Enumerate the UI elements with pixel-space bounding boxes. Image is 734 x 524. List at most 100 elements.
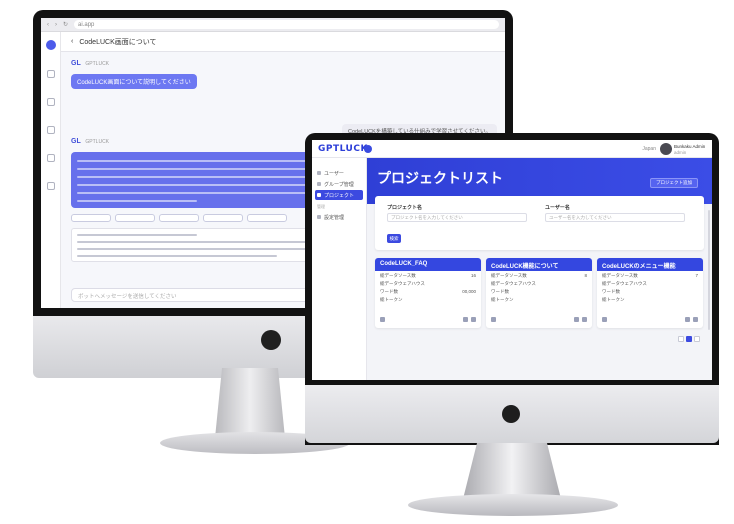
project-app-screen: GPTLUCK Japan Bunkaku Admin admin ユーザー グ…: [312, 140, 712, 380]
source-tab[interactable]: [115, 214, 155, 222]
camera-dot: [261, 330, 281, 350]
bot-name: GPTLUCK: [85, 61, 110, 67]
language-select[interactable]: Japan: [642, 146, 656, 152]
card-footer: [491, 316, 587, 324]
card-footer: [380, 316, 476, 324]
user-name-label: ユーザー名: [545, 205, 570, 211]
prompt-chip[interactable]: CodeLUCK画面について説明してください: [71, 74, 197, 89]
source-tab[interactable]: [159, 214, 199, 222]
card-row: ワード数 00,000: [375, 287, 481, 295]
source-tab[interactable]: [203, 214, 243, 222]
sidebar-item-users[interactable]: ユーザー: [312, 168, 366, 178]
source-tab[interactable]: [71, 214, 111, 222]
sidebar: ユーザー グループ管理 プロジェクト 管理 設定管理: [312, 158, 367, 380]
more-icon[interactable]: [693, 317, 698, 322]
bot-name: GPTLUCK: [85, 139, 110, 145]
user-icon[interactable]: [46, 182, 55, 190]
card-row-label: ワード数: [491, 289, 509, 294]
card-row: 総データウェアハウス: [375, 279, 481, 287]
chat-icon[interactable]: [46, 70, 55, 78]
avatar[interactable]: [660, 143, 672, 155]
card-row-label: 総データウェアハウス: [491, 281, 536, 286]
pagination: [678, 336, 700, 342]
edit-icon[interactable]: [574, 317, 579, 322]
bot-message-2: GL GPTLUCK: [71, 138, 109, 145]
forward-arrow-icon[interactable]: ›: [55, 22, 57, 28]
card-row-value: 7: [695, 273, 698, 278]
gptluck-logo[interactable]: GPTLUCK: [318, 144, 368, 154]
card-row-label: 総データソース数: [602, 273, 638, 278]
menu-toggle-icon[interactable]: [364, 145, 372, 153]
card-row-value: 00,000: [462, 289, 476, 294]
back-arrow-icon[interactable]: ‹: [47, 22, 49, 28]
back-icon[interactable]: ‹: [71, 38, 73, 45]
scrollbar[interactable]: [708, 210, 710, 330]
product-showcase: ‹ › ↻ ai.app ‹ CodeLUCK画面について GL GPTLUCK…: [0, 0, 734, 524]
sidebar-item-label: ユーザー: [324, 170, 344, 177]
project-card[interactable]: CodeLUCK_FAQ 総データソース数 16 総データウェアハウス ワード数 0…: [375, 258, 481, 328]
monitor-chin: [305, 385, 719, 443]
project-card-title: CodeLUCK機能について: [486, 258, 592, 271]
chat-header: ‹ CodeLUCK画面について: [61, 32, 505, 52]
pagination-page[interactable]: [686, 336, 692, 342]
card-row: 総トークン: [486, 295, 592, 303]
delete-icon[interactable]: [602, 317, 607, 322]
back-monitor-neck: [215, 368, 285, 438]
card-row-value: 8: [584, 273, 587, 278]
user-role: admin: [674, 150, 687, 155]
more-icon[interactable]: [582, 317, 587, 322]
history-icon[interactable]: [46, 98, 55, 106]
project-card-list: CodeLUCK_FAQ 総データソース数 16 総データウェアハウス ワード数 0…: [375, 258, 704, 328]
sidebar-item-projects[interactable]: プロジェクト: [315, 190, 363, 200]
edit-icon[interactable]: [463, 317, 468, 322]
project-name-label: プロジェクト名: [387, 205, 423, 211]
pagination-prev[interactable]: [678, 336, 684, 342]
card-row-label: 総データソース数: [380, 273, 416, 278]
card-row: 総トークン: [597, 295, 703, 303]
pagination-next[interactable]: [694, 336, 700, 342]
card-row-label: 総データソース数: [491, 273, 527, 278]
front-monitor: GPTLUCK Japan Bunkaku Admin admin ユーザー グ…: [305, 133, 719, 445]
document-icon[interactable]: [46, 154, 55, 162]
card-row-label: 総トークン: [491, 297, 514, 302]
project-card[interactable]: CodeLUCKのメニュー機能 総データソース数 7 総データウェアハウス ワード…: [597, 258, 703, 328]
camera-dot: [502, 405, 520, 423]
app-logo-icon[interactable]: [45, 40, 56, 50]
sidebar-item-settings[interactable]: 設定管理: [312, 212, 366, 222]
card-row: 総データウェアハウス: [486, 279, 592, 287]
page-title: プロジェクトリスト: [377, 170, 503, 186]
more-icon[interactable]: [471, 317, 476, 322]
delete-icon[interactable]: [380, 317, 385, 322]
sidebar-group-label: 管理: [317, 204, 325, 209]
card-row: 総データソース数 7: [597, 271, 703, 279]
add-project-button[interactable]: プロジェクト追加: [650, 178, 698, 188]
group-icon: [317, 182, 321, 186]
bot-message-1: GL GPTLUCK: [71, 60, 109, 67]
user-name-input[interactable]: ユーザー名を入力してください: [545, 213, 685, 222]
project-card[interactable]: CodeLUCK機能について 総データソース数 8 総データウェアハウス ワード数…: [486, 258, 592, 328]
sidebar-item-groups[interactable]: グループ管理: [312, 179, 366, 189]
source-tab[interactable]: [247, 214, 287, 222]
card-row-label: ワード数: [380, 289, 398, 294]
bot-avatar: GL: [71, 60, 81, 67]
sidebar-item-label: グループ管理: [324, 181, 354, 188]
chat-sidebar: [41, 32, 61, 308]
card-row: ワード数: [486, 287, 592, 295]
card-row-label: 総トークン: [380, 297, 403, 302]
card-row-label: 総データウェアハウス: [380, 281, 425, 286]
edit-icon[interactable]: [685, 317, 690, 322]
sidebar-item-label: 設定管理: [324, 214, 345, 221]
project-name-input[interactable]: プロジェクト名を入力してください: [387, 213, 527, 222]
search-button[interactable]: 検索: [387, 234, 401, 243]
delete-icon[interactable]: [491, 317, 496, 322]
settings-icon[interactable]: [46, 126, 55, 134]
folder-icon: [317, 193, 321, 197]
url-text: ai.app: [78, 21, 95, 28]
address-bar[interactable]: ai.app: [74, 20, 499, 29]
card-row: 総トークン: [375, 295, 481, 303]
card-row: 総データソース数 16: [375, 271, 481, 279]
reload-icon[interactable]: ↻: [63, 21, 68, 28]
card-row: ワード数: [597, 287, 703, 295]
user-info[interactable]: Bunkaku Admin admin: [674, 144, 708, 156]
user-icon: [317, 171, 321, 175]
